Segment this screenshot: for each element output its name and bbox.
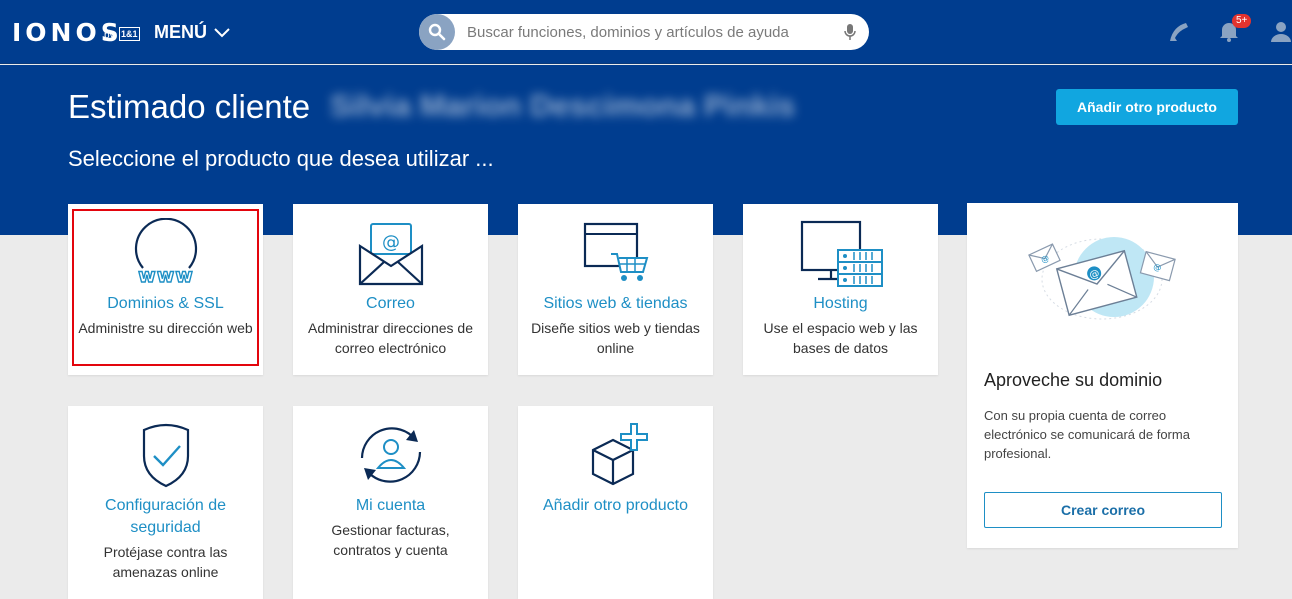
account-cycle-icon: [293, 420, 488, 490]
search-button[interactable]: [419, 14, 455, 50]
promo-title: Aproveche su dominio: [984, 370, 1163, 390]
search-input[interactable]: [467, 23, 827, 41]
product-card-security[interactable]: Configuración de seguridad Protéjase con…: [68, 406, 263, 599]
box-plus-icon: [518, 420, 713, 490]
product-card-domains[interactable]: www Dominios & SSL Administre su direcci…: [68, 204, 263, 375]
card-description: Administrar direcciones de correo electr…: [308, 320, 473, 356]
svg-text:@: @: [382, 232, 400, 253]
menu-label: MENÚ: [154, 22, 207, 42]
card-description: Diseñe sitios web y tiendas online: [531, 320, 700, 356]
product-card-add-product[interactable]: Añadir otro producto: [518, 406, 713, 599]
promo-panel: @ @ @ Aproveche su dominio Con su propia…: [967, 203, 1238, 548]
svg-text:www: www: [138, 265, 194, 287]
card-description: Protéjase contra las amenazas online: [103, 544, 228, 580]
card-description: Use el espacio web y las bases de datos: [763, 320, 918, 356]
page-subtitle: Seleccione el producto que desea utiliza…: [68, 146, 494, 171]
card-title: Añadir otro producto: [543, 497, 688, 514]
promo-text: Con su propia cuenta de correo electróni…: [984, 408, 1190, 461]
customer-name-blurred: Silvia Marion Descimona Pinkis: [330, 88, 796, 123]
create-mail-button[interactable]: Crear correo: [984, 492, 1222, 528]
add-product-button[interactable]: Añadir otro producto: [1056, 89, 1238, 125]
card-title: Hosting: [813, 295, 868, 312]
product-card-hosting[interactable]: Hosting Use el espacio web y las bases d…: [743, 204, 938, 375]
logo-brand-badge: 1&1: [119, 27, 140, 41]
envelope-icon: @: [293, 218, 488, 288]
monitor-server-icon: [743, 218, 938, 288]
notification-badge: 5+: [1232, 14, 1252, 28]
website-cart-icon: [518, 218, 713, 288]
user-icon[interactable]: [1270, 20, 1292, 42]
card-description: Administre su dirección web: [78, 320, 253, 336]
www-globe-icon: www: [68, 218, 263, 288]
product-card-websites[interactable]: Sitios web & tiendas Diseñe sitios web y…: [518, 204, 713, 375]
card-title: Configuración de seguridad: [105, 497, 226, 536]
search-icon: [428, 23, 446, 41]
logo-by-text: by: [104, 30, 115, 41]
mail-illustration-icon: @ @ @: [1022, 229, 1182, 334]
product-card-account[interactable]: Mi cuenta Gestionar facturas, contratos …: [293, 406, 488, 599]
microphone-icon[interactable]: [843, 23, 857, 41]
search-bar: [419, 14, 869, 50]
card-title: Mi cuenta: [355, 497, 426, 514]
card-title: Sitios web & tiendas: [543, 295, 688, 312]
menu-button[interactable]: MENÚ: [154, 22, 231, 43]
card-description: Gestionar facturas, contratos y cuenta: [331, 522, 450, 558]
product-card-mail[interactable]: @ Correo Administrar direcciones de corr…: [293, 204, 488, 375]
greeting-heading: Estimado cliente: [68, 88, 311, 125]
chevron-down-icon: [214, 27, 230, 37]
card-title: Dominios & SSL: [107, 295, 224, 312]
phone-icon[interactable]: [1166, 21, 1190, 43]
shield-check-icon: [68, 422, 263, 490]
card-title: Correo: [366, 295, 415, 312]
